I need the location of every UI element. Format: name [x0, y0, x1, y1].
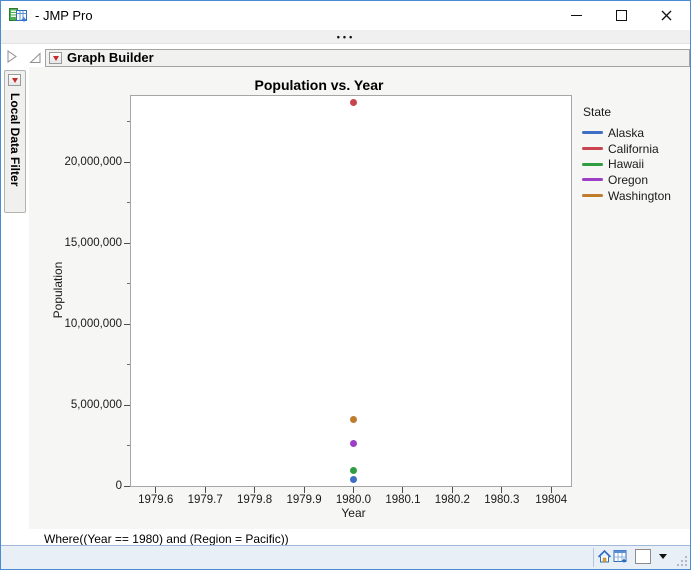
x-axis-tick-label: 1979.6	[129, 494, 183, 506]
x-axis-tick-label: 1980.0	[326, 494, 380, 506]
y-axis-minor-tick	[127, 364, 130, 365]
legend-item[interactable]: Hawaii	[582, 156, 671, 172]
data-point-alaska[interactable]	[350, 476, 357, 483]
x-axis-tick-label: 19804	[524, 494, 578, 506]
y-axis-minor-tick	[127, 121, 130, 122]
legend-item-label: Alaska	[608, 126, 644, 140]
legend-item[interactable]: Oregon	[582, 172, 671, 188]
jmp-window: - JMP Pro ••• Graph Builder	[0, 0, 691, 570]
data-table-button[interactable]	[613, 549, 629, 565]
x-axis-tick-label: 1979.8	[228, 494, 282, 506]
y-axis-tick	[124, 486, 130, 487]
legend-item-label: Washington	[608, 189, 671, 203]
x-axis-tick	[353, 487, 354, 493]
legend-items: Alaska CaliforniaHawaii Oregon Washington	[582, 125, 671, 203]
y-axis-tick	[124, 243, 130, 244]
x-axis-tick-label: 1979.9	[277, 494, 331, 506]
y-axis-title: Population	[51, 262, 65, 319]
x-axis-tick	[501, 487, 502, 493]
x-axis-tick	[155, 487, 156, 493]
x-axis-tick	[402, 487, 403, 493]
y-axis-minor-tick	[127, 445, 130, 446]
status-color-well[interactable]	[635, 549, 651, 564]
where-clause: Where((Year == 1980) and (Region = Pacif…	[44, 532, 289, 546]
legend-swatch-icon	[582, 163, 603, 166]
x-axis-tick	[452, 487, 453, 493]
x-axis-tick	[205, 487, 206, 493]
y-axis-tick-label: 20,000,000	[32, 155, 122, 169]
status-separator	[593, 548, 594, 567]
legend: State Alaska CaliforniaHawaii Oregon Washin…	[582, 105, 671, 203]
x-axis-tick	[304, 487, 305, 493]
home-button[interactable]	[597, 549, 613, 565]
data-point-oregon[interactable]	[350, 440, 357, 447]
home-icon	[597, 549, 612, 564]
x-axis-tick	[254, 487, 255, 493]
y-axis-tick	[124, 162, 130, 163]
y-axis-tick-label: 10,000,000	[32, 317, 122, 331]
legend-item[interactable]: Alaska	[582, 125, 671, 141]
data-table-icon	[613, 549, 628, 564]
legend-item-label: Oregon	[608, 173, 648, 187]
data-point-hawaii[interactable]	[350, 467, 357, 474]
x-axis-tick-label: 1980.1	[376, 494, 430, 506]
resize-grip[interactable]	[675, 554, 689, 568]
y-axis-tick	[124, 324, 130, 325]
status-dropdown-button[interactable]	[656, 549, 670, 564]
data-point-washington[interactable]	[350, 416, 357, 423]
status-bar	[1, 545, 690, 569]
chart-layer: 0 5,000,000 10,000,000 15,000,000 20,000,000…	[1, 1, 690, 569]
legend-item-label: California	[608, 142, 659, 156]
x-axis-title: Year	[303, 506, 404, 520]
y-axis-tick	[124, 405, 130, 406]
x-axis-tick-label: 1979.7	[178, 494, 232, 506]
legend-swatch-icon	[582, 131, 603, 134]
y-axis-tick-label: 15,000,000	[32, 236, 122, 250]
y-axis-minor-tick	[127, 202, 130, 203]
legend-item[interactable]: California	[582, 141, 671, 157]
x-axis-tick	[551, 487, 552, 493]
y-axis-tick-label: 5,000,000	[32, 398, 122, 412]
legend-swatch-icon	[582, 194, 603, 197]
legend-title: State	[583, 105, 671, 119]
legend-item[interactable]: Washington	[582, 188, 671, 204]
x-axis-tick-label: 1980.2	[425, 494, 479, 506]
x-axis-tick-label: 1980.3	[475, 494, 529, 506]
legend-swatch-icon	[582, 178, 603, 181]
data-point-california[interactable]	[350, 99, 357, 106]
y-axis-minor-tick	[127, 283, 130, 284]
dropdown-arrow-icon	[659, 554, 667, 559]
y-axis-tick-label: 0	[32, 479, 122, 493]
legend-swatch-icon	[582, 147, 603, 150]
legend-item-label: Hawaii	[608, 157, 644, 171]
